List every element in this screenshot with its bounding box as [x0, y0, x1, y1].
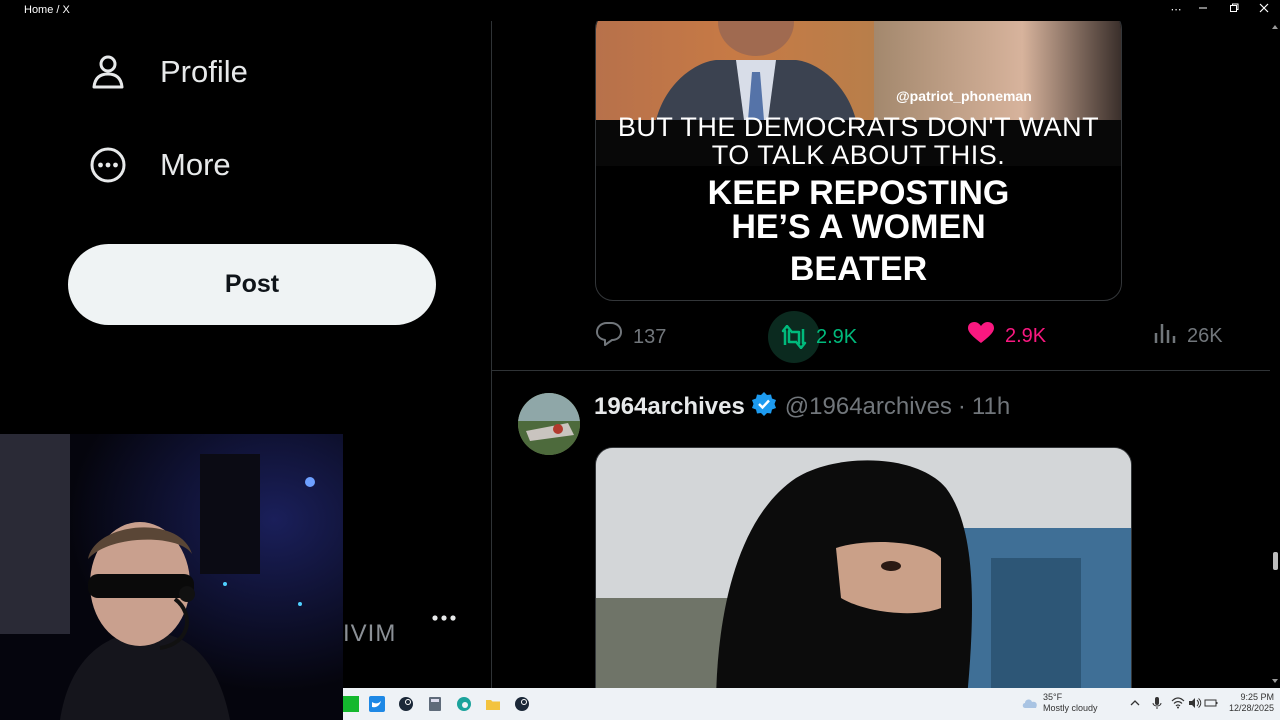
clock-date: 12/28/2025 [1228, 703, 1274, 713]
restore-icon[interactable] [1219, 2, 1249, 18]
ellipsis-icon[interactable] [430, 606, 458, 630]
media-caption-line: TO TALK ABOUT THIS. [711, 140, 1006, 170]
weather-temp: 35°F [1043, 692, 1063, 702]
scrollbar-thumb[interactable] [1273, 552, 1278, 570]
taskbar: 35°F Mostly cloudy 9:25 PM 12/28/2025 [343, 688, 1280, 720]
wifi-icon[interactable] [1171, 696, 1187, 712]
system-clock[interactable]: 9:25 PM 12/28/2025 [1224, 692, 1274, 714]
steam-icon[interactable] [398, 696, 414, 712]
repost-button[interactable]: 2.9K [768, 311, 857, 363]
sidebar-item-more[interactable]: More [88, 139, 231, 191]
timeline-column[interactable]: @patriot_phoneman BUT THE DEMOCRATS DON'… [491, 21, 1272, 688]
app-icon[interactable] [343, 696, 359, 712]
heart-icon [967, 321, 995, 351]
like-button[interactable]: 2.9K [967, 321, 1046, 351]
avatar[interactable] [518, 393, 580, 455]
tweet-media-image[interactable]: @patriot_phoneman BUT THE DEMOCRATS DON'… [595, 21, 1122, 301]
weather-desc: Mostly cloudy [1043, 703, 1098, 713]
weather-widget[interactable]: 35°F Mostly cloudy [1043, 692, 1098, 714]
window-title-bar: Home / X ⋯ [0, 0, 1280, 21]
minimize-icon[interactable] [1188, 2, 1218, 18]
repost-icon [768, 311, 820, 363]
account-name-fragment[interactable]: IVIM [343, 620, 396, 648]
tweet-header: 1964archives @1964archives · 11h [594, 391, 1010, 424]
tweet-handle[interactable]: @1964archives [785, 393, 952, 421]
calculator-icon[interactable] [427, 696, 443, 712]
steam-icon[interactable] [514, 696, 530, 712]
reply-count: 137 [633, 325, 667, 348]
media-caption-big: BEATER [789, 250, 928, 288]
sidebar-item-profile[interactable]: Profile [88, 46, 248, 98]
reply-button[interactable]: 137 [595, 321, 666, 353]
close-icon[interactable] [1249, 2, 1279, 18]
weather-cloud-icon[interactable] [1021, 695, 1037, 711]
media-watermark: @patriot_phoneman [896, 88, 1032, 104]
volume-icon[interactable] [1188, 696, 1204, 712]
twitter-app-icon[interactable] [369, 696, 385, 712]
post-button[interactable]: Post [68, 244, 436, 325]
chart-icon [1153, 321, 1177, 351]
sidebar-item-label: Profile [160, 54, 248, 89]
more-icon[interactable]: ⋯ [1161, 2, 1191, 18]
view-count: 26K [1187, 324, 1223, 347]
views-button[interactable]: 26K [1153, 321, 1223, 351]
verified-badge-icon [751, 391, 777, 424]
microphone-icon[interactable] [1151, 696, 1167, 712]
webcam-overlay [0, 434, 343, 720]
more-circle-icon [88, 145, 128, 185]
media-caption-big: HE’S A WOMEN [731, 208, 986, 246]
tweet-divider [492, 370, 1271, 371]
tweet-media-image[interactable] [595, 447, 1132, 688]
battery-icon[interactable] [1204, 696, 1220, 712]
media-caption-line: BUT THE DEMOCRATS DON'T WANT [617, 112, 1100, 142]
separator-dot: · [957, 393, 966, 420]
clock-time: 9:25 PM [1240, 692, 1274, 702]
window-title: Home / X [24, 4, 70, 16]
chevron-up-icon[interactable] [1129, 696, 1145, 712]
edge-browser-icon[interactable] [456, 696, 472, 712]
person-icon [88, 52, 128, 92]
reply-icon [595, 321, 623, 353]
tweet-display-name[interactable]: 1964archives [594, 393, 745, 421]
sidebar-item-label: More [160, 147, 231, 182]
repost-count: 2.9K [816, 325, 858, 348]
like-count: 2.9K [1005, 324, 1047, 347]
file-explorer-icon[interactable] [485, 696, 501, 712]
tweet-actions: 137 2.9K 2.9K 26K [492, 311, 1271, 363]
tweet-timestamp[interactable]: 11h [972, 393, 1010, 421]
scrollbar[interactable] [1270, 21, 1280, 688]
